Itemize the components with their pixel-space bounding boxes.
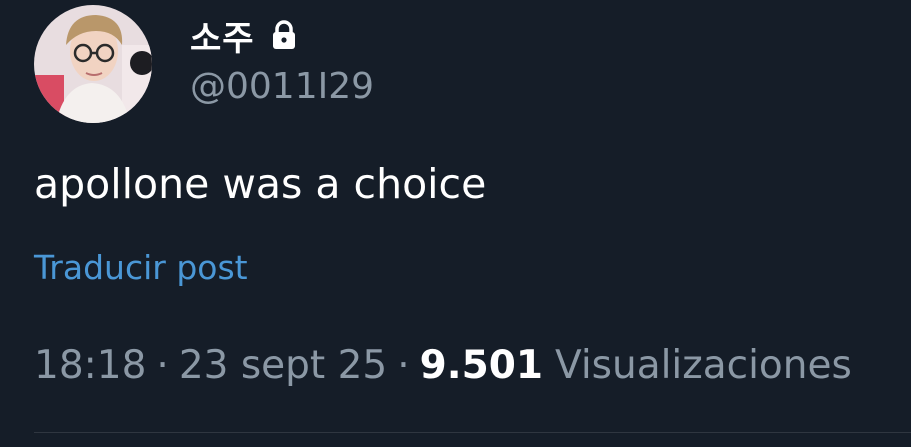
display-name[interactable]: 소주 (190, 12, 297, 59)
tweet-date[interactable]: 23 sept 25 (179, 343, 387, 388)
tweet-text: apollone was a choice (34, 160, 487, 208)
lock-icon (271, 20, 297, 50)
profile-photo-icon (34, 5, 152, 123)
tweet-time[interactable]: 18:18 (34, 343, 146, 388)
display-name-text: 소주 (190, 18, 255, 59)
user-handle[interactable]: @0011I29 (190, 66, 374, 107)
avatar[interactable] (34, 5, 152, 123)
meta-separator: · (156, 343, 169, 388)
translate-post-link[interactable]: Traducir post (34, 248, 248, 287)
meta-separator: · (397, 343, 410, 388)
tweet-meta: 18:18 · 23 sept 25 · 9.501 Visualizacion… (34, 343, 852, 388)
divider (34, 432, 911, 433)
views-label: Visualizaciones (555, 343, 852, 388)
views-count: 9.501 (419, 343, 543, 388)
